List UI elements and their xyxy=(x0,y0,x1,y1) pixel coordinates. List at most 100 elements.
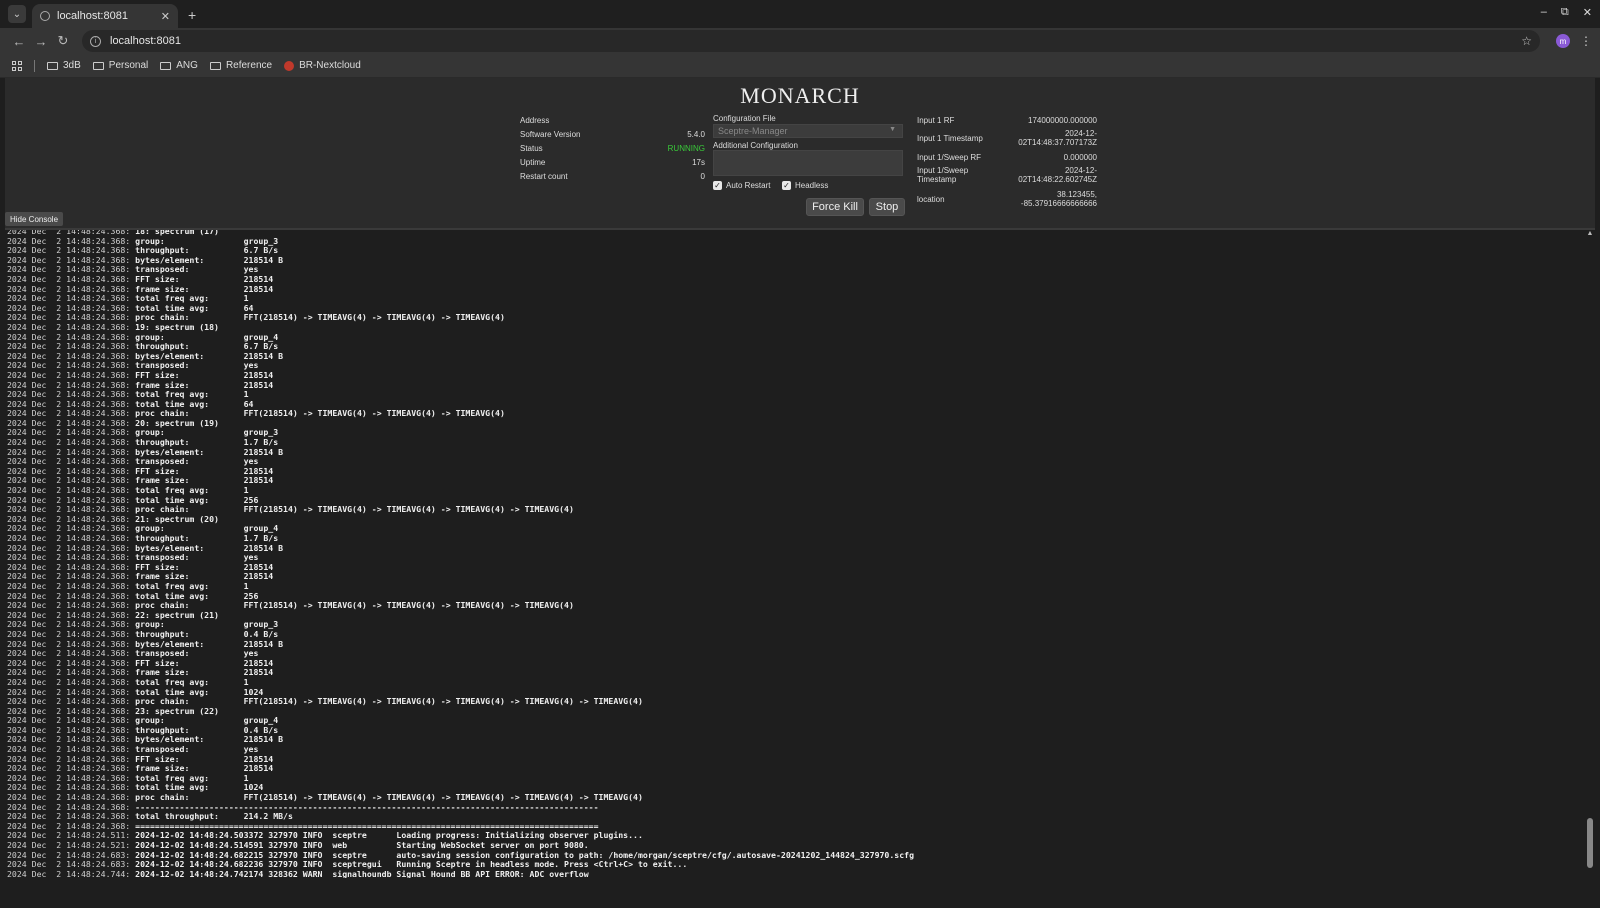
console-line: 2024 Dec 2 14:48:24.368: proc chain: FFT… xyxy=(7,313,1595,323)
console-message: group: group_3 xyxy=(135,427,279,438)
bookmark-personal[interactable]: Personal xyxy=(92,60,149,71)
console-message: bytes/element: 218514 B xyxy=(135,734,284,745)
console-timestamp: 2024 Dec 2 14:48:24.368: xyxy=(7,264,136,275)
folder-icon xyxy=(47,61,58,70)
chevron-down-icon: ▼ xyxy=(889,126,896,133)
chevron-down-icon: ⌄ xyxy=(12,8,22,20)
additional-config-label: Additional Configuration xyxy=(713,141,798,150)
info-label: location xyxy=(917,195,945,204)
console-message: throughput: 1.7 B/s xyxy=(135,437,279,448)
scrollbar-thumb[interactable] xyxy=(1587,818,1593,868)
hide-console-button[interactable]: Hide Console xyxy=(5,212,64,226)
console-timestamp: 2024 Dec 2 14:48:24.368: xyxy=(7,811,136,822)
info-status: Status RUNNING xyxy=(520,144,705,154)
console-timestamp: 2024 Dec 2 14:48:24.368: xyxy=(7,609,136,620)
bookmark-reference[interactable]: Reference xyxy=(209,60,272,71)
console-timestamp: 2024 Dec 2 14:48:24.368: xyxy=(7,254,136,265)
console-message: total freq avg: 1 xyxy=(135,676,249,687)
console-timestamp: 2024 Dec 2 14:48:24.368: xyxy=(7,513,136,524)
minimize-icon[interactable]: – xyxy=(1541,6,1547,19)
close-window-icon[interactable]: ✕ xyxy=(1583,6,1592,19)
console-message: 2024-12-02 14:48:24.503372 327970 INFO s… xyxy=(135,830,643,841)
forward-arrow-icon[interactable]: → xyxy=(30,34,52,49)
browser-tab[interactable]: localhost:8081 ✕ xyxy=(32,4,178,28)
console-timestamp: 2024 Dec 2 14:48:24.368: xyxy=(7,494,136,505)
console-timestamp: 2024 Dec 2 14:48:24.368: xyxy=(7,321,136,332)
console-timestamp: 2024 Dec 2 14:48:24.368: xyxy=(7,744,136,755)
bookmark-star-icon[interactable]: ☆ xyxy=(1521,34,1532,48)
new-tab-icon[interactable]: + xyxy=(188,7,196,23)
input1-sweep-timestamp: Input 1/Sweep Timestamp 2024-12- 02T14:4… xyxy=(917,166,1097,186)
console-timestamp: 2024 Dec 2 14:48:24.368: xyxy=(7,820,136,831)
nextcloud-icon xyxy=(284,60,295,71)
restore-icon[interactable]: ⧉ xyxy=(1561,6,1569,19)
info-software-version: Software Version 5.4.0 xyxy=(520,130,705,140)
config-file-value: Sceptre-Manager xyxy=(718,126,788,136)
bookmark-ang[interactable]: ANG xyxy=(160,60,198,71)
site-info-icon[interactable]: i xyxy=(90,35,101,47)
additional-config-textarea[interactable] xyxy=(713,150,903,176)
console-message: total freq avg: 1 xyxy=(135,485,249,496)
console-message: 20: spectrum (19) xyxy=(135,417,219,428)
console-timestamp: 2024 Dec 2 14:48:24.368: xyxy=(7,628,136,639)
console-timestamp: 2024 Dec 2 14:48:24.683: xyxy=(7,849,136,860)
bookmark-3db[interactable]: 3dB xyxy=(47,60,81,71)
info-value: 38.123455, xyxy=(1056,190,1097,199)
console-message: FFT size: 218514 xyxy=(135,753,274,764)
bookmark-label: BR-Nextcloud xyxy=(299,60,361,71)
console-timestamp: 2024 Dec 2 14:48:24.368: xyxy=(7,485,136,496)
console-output[interactable]: 2024 Dec 2 14:48:24.368: 18: spectrum (1… xyxy=(5,228,1595,878)
console-timestamp: 2024 Dec 2 14:48:24.368: xyxy=(7,763,136,774)
console-timestamp: 2024 Dec 2 14:48:24.368: xyxy=(7,456,136,467)
scroll-up-arrow-icon[interactable]: ▲ xyxy=(1585,230,1595,237)
bookmarks-separator xyxy=(34,59,35,72)
config-file-select[interactable]: Sceptre-Manager ▼ xyxy=(713,124,903,138)
info-value: 2024-12- xyxy=(1064,166,1097,175)
stop-button[interactable]: Stop xyxy=(869,198,905,216)
console-timestamp: 2024 Dec 2 14:48:24.368: xyxy=(7,283,136,294)
console-timestamp: 2024 Dec 2 14:48:24.368: xyxy=(7,273,136,284)
bookmark-label: Personal xyxy=(108,60,149,71)
force-kill-button[interactable]: Force Kill xyxy=(806,198,864,216)
console-timestamp: 2024 Dec 2 14:48:24.368: xyxy=(7,465,136,476)
checkmark-icon[interactable]: ✓ xyxy=(713,181,722,190)
close-tab-icon[interactable]: ✕ xyxy=(161,10,170,23)
console-timestamp: 2024 Dec 2 14:48:24.683: xyxy=(7,859,136,870)
info-value: 5.4.0 xyxy=(687,130,705,139)
auto-restart-checkbox[interactable]: ✓ Auto Restart xyxy=(713,181,770,190)
console-message: throughput: 6.7 B/s xyxy=(135,341,279,352)
checkmark-icon[interactable]: ✓ xyxy=(782,181,791,190)
monarch-page: MONARCH Address Software Version 5.4.0 S… xyxy=(5,78,1595,878)
console-timestamp: 2024 Dec 2 14:48:24.368: xyxy=(7,245,136,256)
console-message: transposed: yes xyxy=(135,456,259,467)
back-arrow-icon[interactable]: ← xyxy=(8,34,30,49)
bookmark-br-nextcloud[interactable]: BR-Nextcloud xyxy=(284,60,361,71)
console-message: group: group_3 xyxy=(135,235,279,246)
console-timestamp: 2024 Dec 2 14:48:24.368: xyxy=(7,475,136,486)
console-scrollbar[interactable]: ▲ xyxy=(1585,230,1595,878)
console-message: frame size: 218514 xyxy=(135,667,274,678)
address-bar[interactable]: i localhost:8081 ☆ xyxy=(82,30,1540,52)
console-timestamp: 2024 Dec 2 14:48:24.368: xyxy=(7,235,136,246)
reload-icon[interactable]: ↻ xyxy=(52,33,74,49)
control-panel: MONARCH Address Software Version 5.4.0 S… xyxy=(5,78,1595,226)
info-value: 02T14:48:37.707173Z xyxy=(1018,138,1097,147)
console-timestamp: 2024 Dec 2 14:48:24.368: xyxy=(7,696,136,707)
apps-grid-icon[interactable] xyxy=(12,60,22,71)
menu-kebab-icon[interactable]: ⋮ xyxy=(1580,34,1592,48)
profile-avatar[interactable]: m xyxy=(1556,34,1570,48)
console-timestamp: 2024 Dec 2 14:48:24.368: xyxy=(7,523,136,534)
console-message: proc chain: FFT(218514) -> TIMEAVG(4) ->… xyxy=(135,312,505,323)
console-message: frame size: 218514 xyxy=(135,571,274,582)
console-message: 2024-12-02 14:48:24.682215 327970 INFO s… xyxy=(135,849,914,860)
bookmarks-bar: 3dB Personal ANG Reference BR-Nextcloud xyxy=(0,54,1600,78)
console-message: bytes/element: 218514 B xyxy=(135,254,284,265)
checkbox-label: Auto Restart xyxy=(726,181,771,190)
headless-checkbox[interactable]: ✓ Headless xyxy=(782,181,828,190)
console-message: transposed: yes xyxy=(135,648,259,659)
console-timestamp: 2024 Dec 2 14:48:24.368: xyxy=(7,389,136,400)
console-log: 2024 Dec 2 14:48:24.368: 18: spectrum (1… xyxy=(5,230,1595,878)
tab-search-button[interactable]: ⌄ xyxy=(8,5,26,23)
console-message: 2024-12-02 14:48:24.682236 327970 INFO s… xyxy=(135,859,688,870)
status-badge: RUNNING xyxy=(667,144,705,153)
